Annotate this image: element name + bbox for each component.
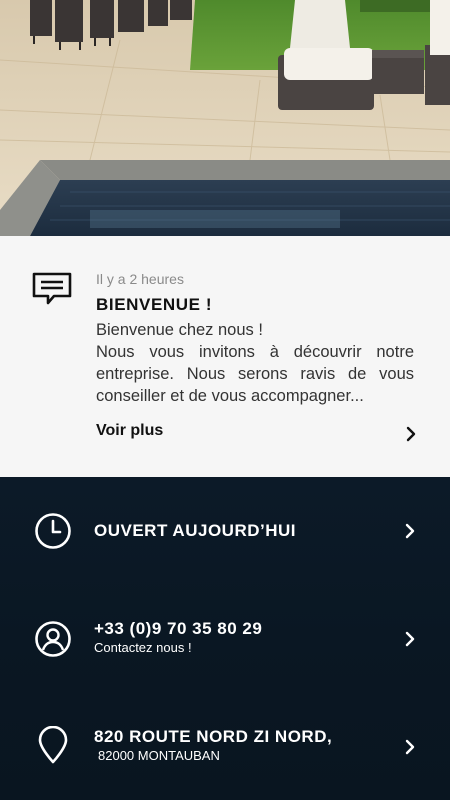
news-body: Bienvenue chez nous ! Nous vous invitons…: [96, 319, 414, 407]
news-body-line: Bienvenue chez nous !: [96, 321, 263, 339]
info-section: OUVERT AUJOURD’HUI +33 (0)9 70 35 80 29 …: [0, 477, 450, 800]
phone-row[interactable]: +33 (0)9 70 35 80 29 Contactez nous !: [0, 585, 450, 693]
opening-hours-title: OUVERT AUJOURD’HUI: [94, 521, 296, 540]
user-icon: [35, 621, 71, 657]
see-more-link[interactable]: Voir plus: [96, 422, 163, 440]
phone-subtitle: Contactez nous !: [94, 640, 192, 655]
address-line-1: 820 ROUTE NORD ZI NORD,: [94, 727, 333, 746]
chevron-right-icon[interactable]: [404, 739, 416, 755]
news-title: BIENVENUE !: [96, 295, 213, 314]
chevron-right-icon[interactable]: [404, 523, 416, 539]
message-icon: [32, 272, 72, 305]
address-row[interactable]: 820 ROUTE NORD ZI NORD, 82000 MONTAUBAN: [0, 693, 450, 800]
address-line-2: 82000 MONTAUBAN: [98, 748, 220, 763]
pool-terrace-photo: [0, 0, 450, 236]
news-card[interactable]: Il y a 2 heures BIENVENUE ! Bienvenue ch…: [0, 236, 450, 477]
news-body-line: Nous vous invitons à découvrir notre ent…: [96, 343, 414, 405]
news-timestamp: Il y a 2 heures: [96, 271, 184, 287]
hero-photo: [0, 0, 450, 236]
location-pin-icon: [38, 726, 68, 764]
clock-icon: [35, 513, 71, 549]
app-page: Il y a 2 heures BIENVENUE ! Bienvenue ch…: [0, 0, 450, 800]
opening-hours-row[interactable]: OUVERT AUJOURD’HUI: [0, 477, 450, 585]
chevron-right-icon[interactable]: [404, 425, 418, 443]
phone-number: +33 (0)9 70 35 80 29: [94, 619, 263, 638]
chevron-right-icon[interactable]: [404, 631, 416, 647]
